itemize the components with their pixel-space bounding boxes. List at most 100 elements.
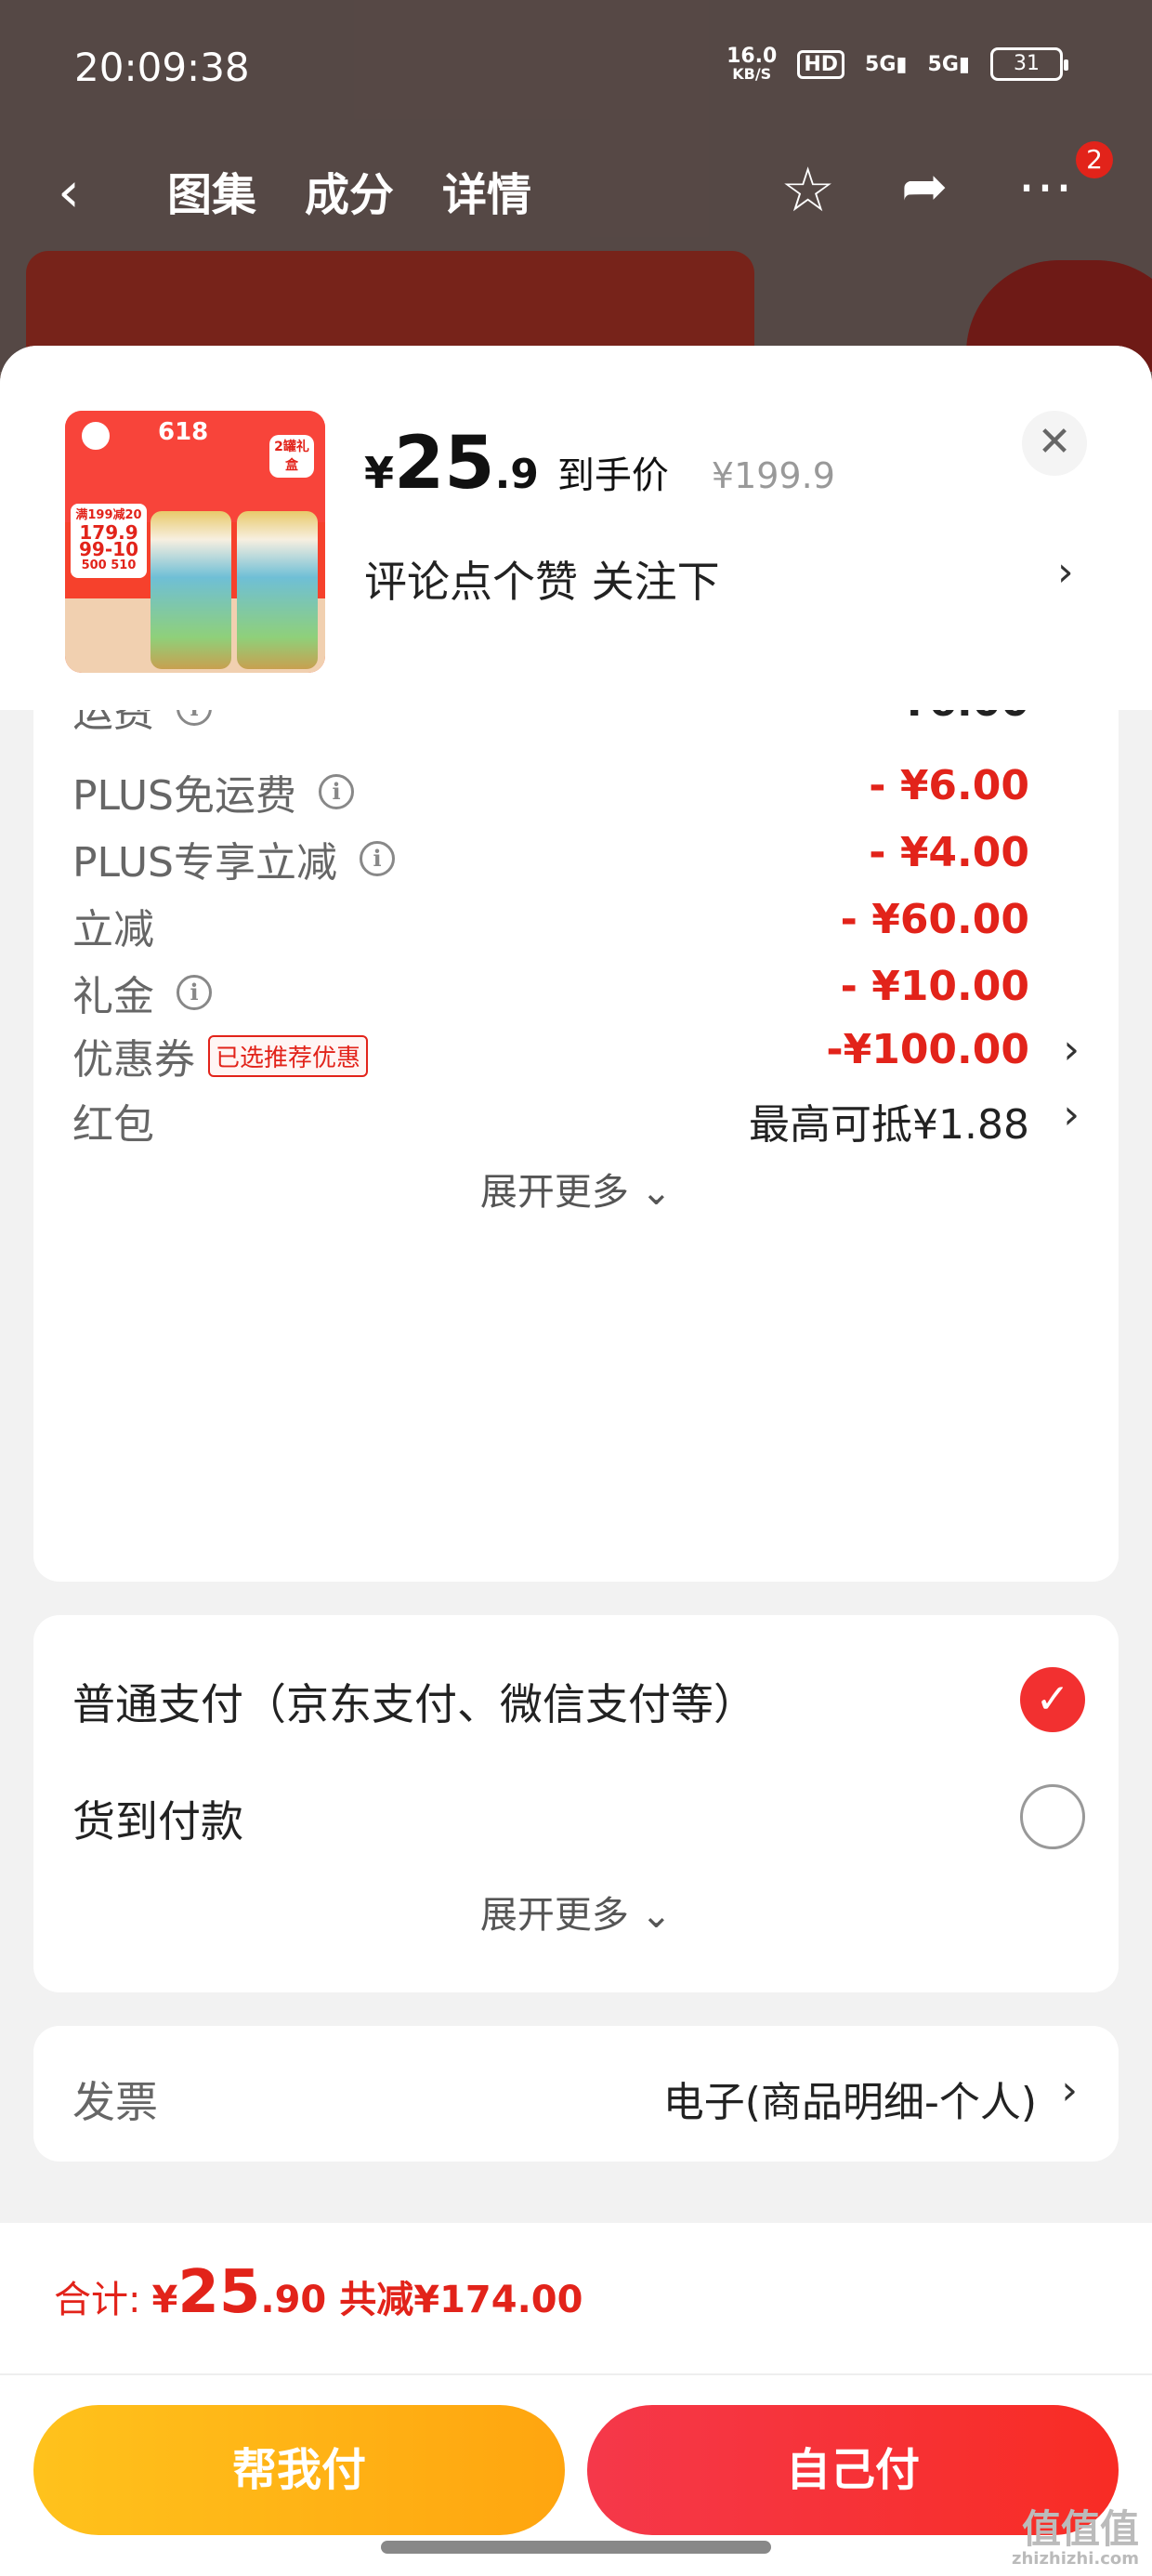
price-currency: ¥ [364, 448, 395, 498]
tab-gallery[interactable]: 图集 [167, 158, 256, 223]
signal-1-label: 5G [865, 52, 897, 76]
checkmark-icon[interactable]: ✓ [1020, 1667, 1085, 1732]
total-integer: 25 [177, 2258, 261, 2327]
thumb-line: 99-10 [79, 538, 138, 560]
red-packet-label: 红包 [72, 1101, 154, 1149]
signal-icon: 5G▮ [865, 52, 908, 76]
info-icon[interactable]: i [177, 975, 212, 1010]
more-icon[interactable]: ⋯ [1017, 154, 1073, 219]
sheet-header: 618 2罐礼盒 满199减20 179.9 99-10 500 510 ¥ 2… [0, 346, 1152, 710]
info-icon[interactable]: i [360, 841, 395, 876]
price-row-instant-discount: 立减 - ¥60.00 [72, 896, 1085, 961]
gift-money-value: - ¥10.00 [840, 963, 1029, 1010]
net-speed-value: 16.0 [727, 45, 778, 68]
payment-option-label: 货到付款 [72, 1796, 243, 1847]
invoice-label: 发票 [72, 2077, 158, 2127]
background-product-page: 20:09:38 16.0 KB/S HD 5G▮ 5G▮ 31 ‹ 图集 成分… [0, 0, 1152, 372]
price-row-plus-shipping: PLUS免运费 i - ¥6.00 [72, 762, 1085, 827]
row-label: PLUS专享立减 i [72, 829, 395, 888]
watermark-main: 值值值 [1021, 2506, 1139, 2552]
coupon-tag: 已选推荐优惠 [208, 1034, 369, 1077]
shipping-row: 运费 i ¥6.00 [72, 710, 1085, 743]
checkout-bottom-bar: 合计: ¥ 25 .90 共减¥174.00 帮我付 自己付 [0, 2223, 1152, 2576]
tab-details[interactable]: 详情 [442, 158, 531, 223]
price-decimal: .9 [494, 451, 539, 498]
milk-can [151, 511, 231, 669]
total-line: 合计: ¥ 25 .90 共减¥174.00 [54, 2258, 583, 2327]
home-indicator[interactable] [381, 2541, 771, 2554]
watermark-logo: 值值值 zhizhizhi.com [1012, 2509, 1139, 2569]
thumb-promo-list: 满199减20 179.9 99-10 500 510 [71, 504, 147, 578]
product-thumbnail: 618 2罐礼盒 满199减20 179.9 99-10 500 510 [65, 411, 325, 673]
coupon-value: -¥100.00 [826, 1026, 1029, 1073]
payment-option-label: 普通支付（京东支付、微信支付等） [72, 1679, 756, 1729]
thumb-618-label: 618 [158, 418, 209, 446]
row-label: PLUS免运费 i [72, 762, 354, 821]
brand-logo-icon [80, 420, 111, 452]
help-pay-button[interactable]: 帮我付 [33, 2405, 565, 2535]
row-label: 红包 [72, 1091, 154, 1150]
price-row: ¥ 25 .9 到手价 ¥199.9 [364, 422, 835, 506]
payment-option-cod[interactable]: 货到付款 [72, 1779, 1085, 1853]
plus-shipping-value: - ¥6.00 [869, 762, 1029, 809]
notification-badge: 2 [1076, 141, 1113, 178]
red-packet-value: 最高可抵¥1.88 [749, 1101, 1029, 1149]
coupon-label: 优惠券 [72, 1036, 195, 1084]
signal-2-label: 5G [927, 52, 959, 76]
star-icon[interactable]: ☆ [780, 154, 835, 226]
row-label: 立减 [72, 896, 154, 955]
shipping-value: ¥6.00 [900, 710, 1029, 726]
price-label: 到手价 [556, 454, 669, 497]
expand-label: 展开更多 [479, 1171, 629, 1214]
thumb-gift-badge: 2罐礼盒 [269, 435, 314, 478]
total-saved: 共减¥174.00 [339, 2279, 583, 2321]
invoice-card[interactable]: 发票 电子(商品明细-个人) › [33, 2026, 1119, 2162]
gift-money-label: 礼金 [72, 973, 154, 1020]
payment-card: 普通支付（京东支付、微信支付等） ✓ 货到付款 展开更多 ⌄ [33, 1615, 1119, 1992]
share-icon[interactable]: ➦ [901, 154, 948, 219]
price-row-gift-money: 礼金 i - ¥10.00 [72, 963, 1085, 1028]
red-packet-row[interactable]: 红包 最高可抵¥1.88 › [72, 1091, 1085, 1156]
chevron-right-icon[interactable]: › [1057, 548, 1074, 596]
instant-discount-label: 立减 [72, 906, 154, 953]
info-icon[interactable]: i [177, 710, 212, 726]
info-icon[interactable]: i [319, 774, 354, 809]
total-label: 合计: [54, 2279, 141, 2321]
total-currency: ¥ [151, 2279, 178, 2321]
status-time: 20:09:38 [74, 45, 250, 90]
expand-more-price[interactable]: 展开更多 ⌄ [33, 1162, 1119, 1216]
milk-can [237, 511, 318, 669]
net-speed-unit: KB/S [732, 65, 772, 83]
net-speed: 16.0 KB/S [727, 46, 777, 82]
instant-discount-value: - ¥60.00 [840, 896, 1029, 943]
promo-text[interactable]: 评论点个赞 关注下 [364, 548, 720, 610]
row-label: 优惠券 已选推荐优惠 [72, 1026, 369, 1085]
tab-ingredients[interactable]: 成分 [305, 158, 394, 223]
chevron-right-icon[interactable]: › [1063, 1026, 1080, 1073]
price-row-plus-discount: PLUS专享立减 i - ¥4.00 [72, 829, 1085, 894]
chevron-right-icon[interactable]: › [1061, 2067, 1078, 2114]
chevron-left-icon[interactable]: ‹ [58, 160, 80, 225]
chevron-down-icon: ⌄ [640, 1171, 673, 1214]
watermark-sub: zhizhizhi.com [1011, 2549, 1139, 2569]
status-icons: 16.0 KB/S HD 5G▮ 5G▮ 31 [727, 46, 1068, 82]
expand-more-payment[interactable]: 展开更多 ⌄ [33, 1885, 1119, 1939]
invoice-value: 电子(商品明细-个人) [662, 2079, 1037, 2126]
price-details-card: 运费 i ¥6.00 PLUS免运费 i - ¥6.00 PLUS专享立减 i - ¥… [33, 710, 1119, 1582]
hd-icon: HD [797, 49, 845, 79]
battery-icon: 31 [990, 47, 1068, 81]
close-icon[interactable]: ✕ [1022, 411, 1087, 476]
nav-tabs: 图集 成分 详情 [167, 158, 531, 223]
chevron-right-icon[interactable]: › [1063, 1091, 1080, 1138]
plus-discount-value: - ¥4.00 [869, 829, 1029, 876]
plus-discount-label: PLUS专享立减 [72, 839, 337, 887]
chevron-down-icon: ⌄ [640, 1894, 673, 1937]
status-bar: 20:09:38 16.0 KB/S HD 5G▮ 5G▮ 31 [0, 0, 1152, 139]
row-label: 运费 i [72, 710, 212, 738]
radio-empty-icon[interactable] [1020, 1784, 1085, 1849]
expand-label: 展开更多 [479, 1894, 629, 1937]
payment-option-normal[interactable]: 普通支付（京东支付、微信支付等） ✓ [72, 1662, 1085, 1736]
coupon-row[interactable]: 优惠券 已选推荐优惠 -¥100.00 › [72, 1026, 1085, 1091]
total-decimal: .90 [260, 2279, 327, 2321]
plus-shipping-label: PLUS免运费 [72, 772, 296, 820]
